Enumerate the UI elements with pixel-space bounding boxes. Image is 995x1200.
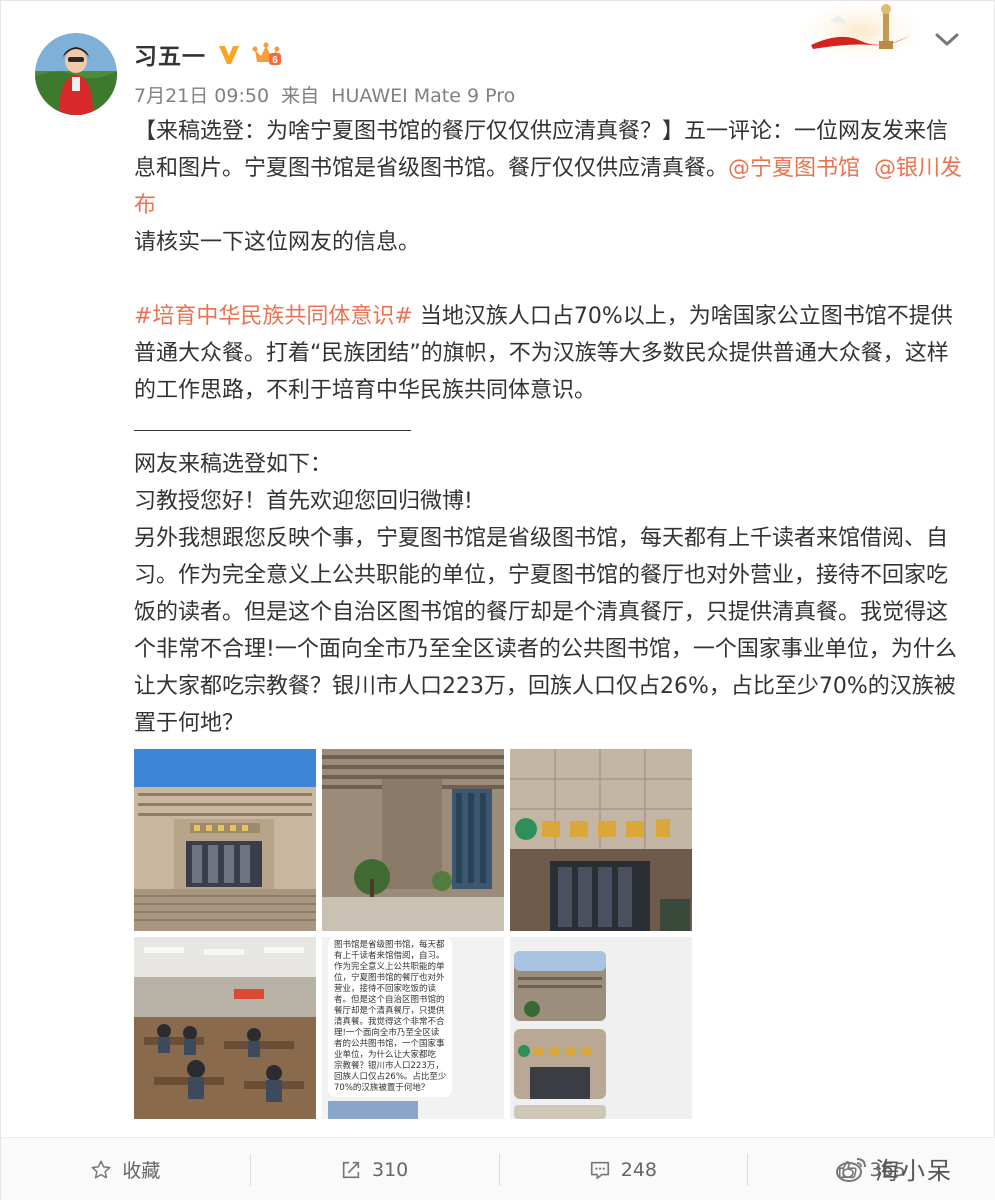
divider-line [134, 409, 964, 446]
post-paragraph: 【来稿选登：为啥宁夏图书馆的餐厅仅仅供应清真餐？】五一评论：一位网友发来信息和图… [134, 113, 964, 224]
author-name[interactable]: 习五一 [134, 37, 206, 71]
vip-crown-icon[interactable]: 6 [252, 41, 282, 67]
weibo-post-card: 习五一 6 7月21日 09:50 来自 HUAWEI Mate 9 Pro 【… [0, 0, 995, 1200]
mention-link[interactable]: @宁夏图书馆 [728, 156, 860, 181]
repost-button[interactable]: 310 [249, 1138, 499, 1200]
author-row: 习五一 6 [134, 37, 282, 71]
favorite-button[interactable]: 收藏 [1, 1138, 250, 1200]
repost-count: 310 [371, 1158, 409, 1181]
image-grid: 图书馆是省级图书馆，每天都 有上千读者来馆借阅，自习。 作为完全意义上公共职能的… [134, 749, 694, 1119]
post-meta: 7月21日 09:50 来自 HUAWEI Mate 9 Pro [134, 81, 521, 108]
chevron-down-icon[interactable] [931, 27, 963, 51]
verified-icon [216, 41, 242, 67]
post-paragraph: 另外我想跟您反映个事，宁夏图书馆是省级图书馆，每天都有上千读者来馆借阅、自习。作… [134, 526, 957, 736]
share-icon [342, 1161, 360, 1178]
source-device: HUAWEI Mate 9 Pro [331, 85, 516, 107]
watermark-text: 海小呆 [875, 1157, 953, 1185]
weibo-logo-icon [836, 1157, 866, 1182]
post-paragraph: 习教授您好！首先欢迎您回归微博! [134, 489, 473, 514]
topic-link[interactable]: #培育中华民族共同体意识# [134, 304, 413, 329]
chat-images-screenshot-photo[interactable] [510, 937, 692, 1119]
post-paragraph: #培育中华民族共同体意识# 当地汉族人口占70%以上，为啥国家公立图书馆不提供普… [134, 298, 964, 409]
comment-icon [590, 1161, 609, 1179]
message-screenshot-photo[interactable]: 图书馆是省级图书馆，每天都 有上千读者来馆借阅，自习。 作为完全意义上公共职能的… [322, 937, 504, 1119]
library-front-photo[interactable] [134, 749, 316, 931]
comment-count: 248 [620, 1158, 657, 1181]
favorite-label: 收藏 [122, 1160, 161, 1182]
avatar[interactable] [35, 33, 117, 115]
weibo-watermark: 海小呆 [835, 1151, 953, 1186]
star-icon [91, 1160, 111, 1178]
decorative-banner-icon [801, 1, 921, 63]
canteen-interior-photo[interactable] [134, 937, 316, 1119]
comment-button[interactable]: 248 [498, 1138, 748, 1200]
post-body: 【来稿选登：为啥宁夏图书馆的餐厅仅仅供应清真餐？】五一评论：一位网友发来信息和图… [134, 113, 964, 742]
canteen-sign-photo[interactable] [510, 749, 692, 931]
post-paragraph: 请核实一下这位网友的信息。 [134, 230, 421, 255]
source-prefix: 来自 [281, 85, 320, 107]
post-timestamp[interactable]: 7月21日 09:50 [134, 85, 269, 107]
post-paragraph: 网友来稿选登如下： [134, 452, 333, 477]
svg-text:6: 6 [272, 55, 278, 66]
library-building-photo[interactable] [322, 749, 504, 931]
